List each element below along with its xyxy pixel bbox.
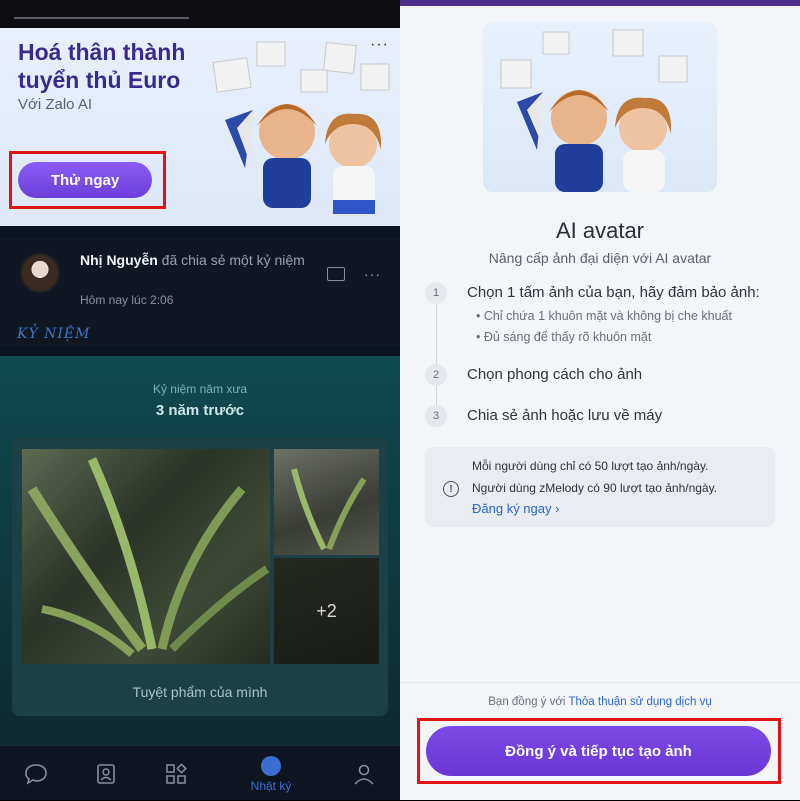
ai-avatar-hero-image (483, 22, 717, 192)
status-divider (14, 17, 189, 19)
chevron-right-icon: › (555, 501, 560, 516)
step-requirement: • Chỉ chứa 1 khuôn mặt và không bị che k… (476, 309, 732, 323)
bottom-nav (0, 745, 400, 800)
more-photos-count[interactable]: +2 (274, 558, 379, 664)
memory-label: Kỷ niệm năm xưa (152, 382, 248, 396)
info-icon: ! (443, 481, 459, 497)
page-subtitle: Nâng cấp ảnh đại diện với AI avatar (488, 250, 712, 266)
diary-icon[interactable] (261, 756, 281, 776)
agree-button-highlight-box (417, 718, 781, 784)
banner-illustration (212, 41, 390, 214)
memory-photo-2[interactable] (274, 449, 379, 555)
page-title: AI avatar (555, 218, 645, 243)
post-time: Hôm nay lúc 2:06 (80, 293, 174, 307)
step-requirement: • Đủ sáng để thấy rõ khuôn mặt (476, 330, 652, 344)
nav-active-label[interactable]: Nhật ký (238, 779, 304, 793)
status-bar (0, 0, 400, 28)
plant-image (291, 468, 367, 551)
post-action: đã chia sẻ một kỷ niệm (161, 252, 305, 268)
plant-image (27, 457, 270, 658)
post-more-icon[interactable]: ··· (364, 266, 381, 282)
terms-link[interactable]: Thỏa thuận sử dụng dịch vụ (568, 696, 711, 708)
register-link[interactable]: Đăng ký ngay › (472, 501, 559, 516)
top-accent-bar (400, 0, 800, 6)
post-author-line: Nhị Nguyễn đã chia sẻ một kỷ niệm (80, 250, 310, 271)
step-requirement-text: Đủ sáng để thấy rõ khuôn mặt (483, 330, 652, 344)
memory-tag: KỶ NIỆM (17, 326, 91, 342)
notice-line-2: Người dùng zMelody có 90 lượt tạo ảnh/ng… (472, 481, 718, 495)
step-text: Chia sẻ ảnh hoặc lưu về máy (467, 407, 663, 424)
step-number: 1 (425, 282, 447, 304)
avatar[interactable] (20, 253, 60, 293)
memory-caption: Tuyệt phẩm của mình (132, 684, 268, 700)
apps-icon[interactable] (154, 746, 198, 801)
memory-photo-main[interactable] (22, 449, 270, 664)
register-link-text[interactable]: Đăng ký ngay (472, 501, 552, 516)
banner-title: Hoá thân thành tuyển thủ Euro (18, 39, 186, 93)
notice-line-1: Mỗi người dùng chỉ có 50 lượt tạo ảnh/ng… (472, 459, 709, 473)
share-icon[interactable] (327, 267, 345, 281)
terms-text: Bạn đồng ý với Thỏa thuận sử dụng dịch v… (400, 696, 800, 708)
steps-connector (436, 298, 437, 418)
footer-divider (400, 682, 800, 683)
post-author[interactable]: Nhị Nguyễn (80, 252, 158, 268)
terms-prefix: Bạn đồng ý với (488, 696, 566, 708)
contacts-icon[interactable] (84, 746, 128, 801)
chat-icon[interactable] (14, 746, 58, 801)
hero-illustration (500, 29, 688, 192)
try-now-highlight-box (9, 151, 166, 209)
profile-icon[interactable] (342, 746, 386, 801)
step-text: Chọn phong cách cho ảnh (467, 366, 643, 383)
memory-title: 3 năm trước (155, 402, 245, 419)
step-requirement-text: Chỉ chứa 1 khuôn mặt và không bị che khu… (483, 309, 732, 323)
step-number: 2 (425, 364, 447, 386)
banner-subtitle: Với Zalo AI (18, 96, 93, 113)
step-number: 3 (425, 405, 447, 427)
step-text: Chọn 1 tấm ảnh của bạn, hãy đảm bảo ảnh: (467, 284, 760, 301)
